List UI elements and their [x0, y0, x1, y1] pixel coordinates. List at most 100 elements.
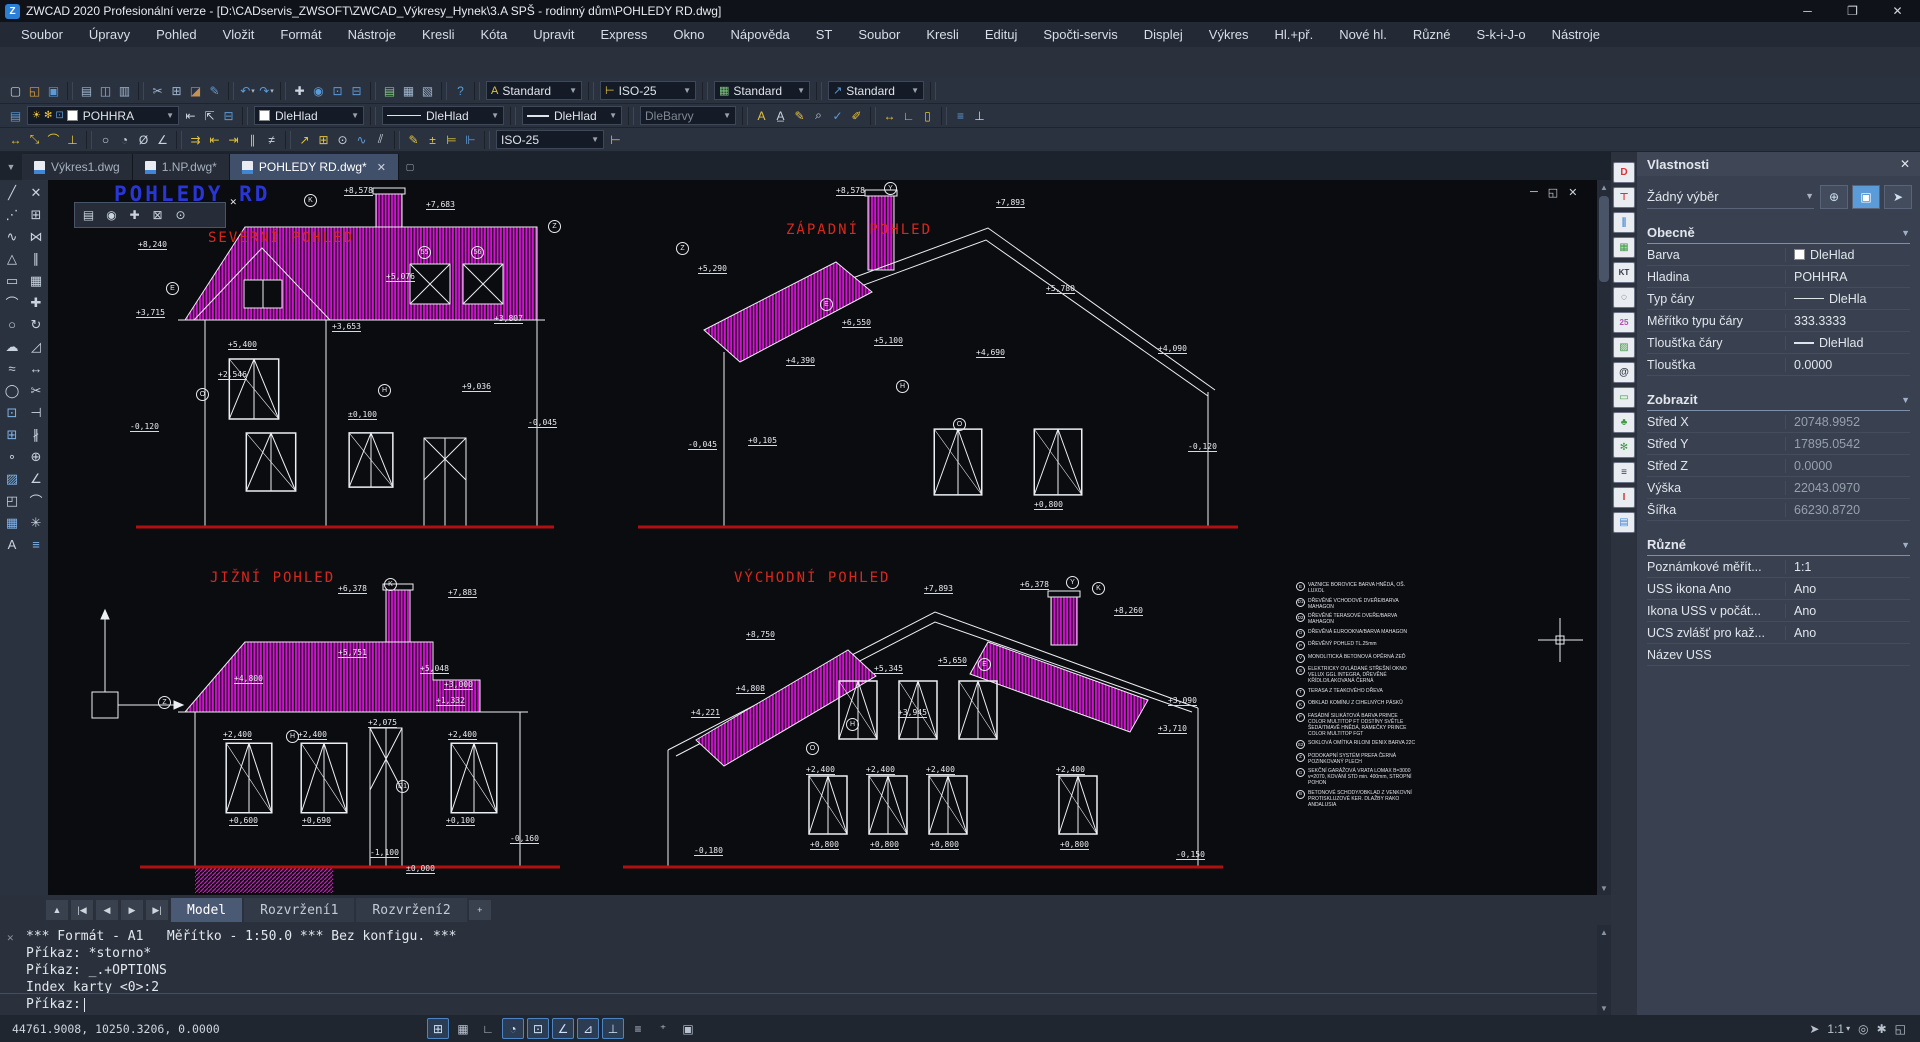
rectangle-icon[interactable]: ▭: [2, 270, 23, 291]
layer-isolate-icon[interactable]: ⇱: [200, 106, 219, 125]
paste-icon[interactable]: ◪: [186, 81, 205, 100]
minimize-icon[interactable]: ─: [1785, 0, 1830, 22]
snap-icon[interactable]: ▦: [452, 1018, 474, 1039]
plant-icon[interactable]: ✻: [1613, 437, 1635, 458]
close-icon[interactable]: ✕: [1875, 0, 1920, 22]
properties-icon[interactable]: ≡: [26, 534, 47, 555]
mleader-style-combo[interactable]: ↗Standard▼: [828, 81, 924, 100]
tree-icon[interactable]: ♣: [1613, 412, 1635, 433]
bulb-icon[interactable]: ☀: [32, 110, 41, 121]
property-value[interactable]: Ano: [1785, 626, 1910, 640]
scroll-down-icon[interactable]: ▼: [1597, 881, 1611, 895]
section-header[interactable]: Obecně▼: [1647, 225, 1910, 244]
trim-icon[interactable]: ✂: [26, 380, 47, 401]
menu-hl-p-[interactable]: Hl.+př.: [1262, 22, 1327, 47]
kt-tool-icon[interactable]: KT: [1613, 262, 1635, 283]
property-value[interactable]: DleHla: [1785, 292, 1910, 306]
dim-style-combo[interactable]: ⊢ISO-25▼: [600, 81, 696, 100]
scroll-down-icon[interactable]: ▼: [1597, 1001, 1611, 1015]
close-icon[interactable]: ✕: [229, 197, 237, 208]
zoom-realtime-icon[interactable]: ◉: [309, 81, 328, 100]
menu-spo-ti-servis[interactable]: Spočti-servis: [1030, 22, 1130, 47]
menu-k-ta[interactable]: Kóta: [468, 22, 521, 47]
close-icon[interactable]: ✕: [377, 161, 386, 174]
point-icon[interactable]: ∘: [2, 446, 23, 467]
layer-previous-icon[interactable]: ⇤: [181, 106, 200, 125]
menu-edituj[interactable]: Edituj: [972, 22, 1031, 47]
match-properties-icon[interactable]: ✎: [205, 81, 224, 100]
eye-icon[interactable]: ◉: [102, 206, 121, 225]
menu-st[interactable]: ST: [803, 22, 846, 47]
dim-angular-icon[interactable]: ∠: [153, 130, 172, 149]
osnap-icon[interactable]: ⊡: [527, 1018, 549, 1039]
dim-quick-icon[interactable]: ⇉: [186, 130, 205, 149]
dim-text-angle-icon[interactable]: ±: [423, 130, 442, 149]
zoom-window-icon[interactable]: ⊡: [328, 81, 347, 100]
menu-nov-hl-[interactable]: Nové hl.: [1326, 22, 1400, 47]
plot-icon[interactable]: ▤: [79, 206, 98, 225]
dim-radius-icon[interactable]: ○: [96, 130, 115, 149]
toggle-pickadd-icon[interactable]: ➤: [1884, 185, 1912, 209]
annotation-plane-icon[interactable]: ➤: [1809, 1022, 1819, 1036]
property-value[interactable]: Ano: [1785, 604, 1910, 618]
plot-preview-icon[interactable]: ◫: [96, 81, 115, 100]
table-style-icon[interactable]: ▦: [1613, 237, 1635, 258]
mirror-icon[interactable]: ⋈: [26, 226, 47, 247]
dim-jog-line-icon[interactable]: ∿: [352, 130, 371, 149]
isolate-objects-icon[interactable]: ◎: [1858, 1022, 1868, 1036]
publish-icon[interactable]: ▥: [115, 81, 134, 100]
brick-icon[interactable]: ▤: [1613, 512, 1635, 533]
canvas-vertical-scrollbar[interactable]: ▲ ▼: [1597, 180, 1611, 895]
grid-icon[interactable]: ⊞: [427, 1018, 449, 1039]
menu-n-stroje[interactable]: Nástroje: [1539, 22, 1613, 47]
mtext-icon[interactable]: A: [752, 106, 771, 125]
menu-s-k-i-j-o[interactable]: S-k-i-J-o: [1463, 22, 1538, 47]
menu-express[interactable]: Express: [587, 22, 660, 47]
command-window[interactable]: ✕ *** Formát - A1 Měřítko - 1:50.0 *** B…: [0, 925, 1597, 1015]
hatch-tool-icon[interactable]: ▨: [1613, 337, 1635, 358]
text-style-icon[interactable]: ✓: [828, 106, 847, 125]
text-style-combo[interactable]: AStandard▼: [486, 81, 582, 100]
color-combo[interactable]: DleHlad▼: [254, 106, 364, 125]
dim-update-icon[interactable]: ▯: [918, 106, 937, 125]
layers-list-icon[interactable]: ≡: [1613, 462, 1635, 483]
plotstyle-combo[interactable]: DleBarvy▼: [640, 106, 736, 125]
scrollbar-thumb[interactable]: [1599, 196, 1609, 282]
zoom-previous-icon[interactable]: ⊟: [347, 81, 366, 100]
menu-pohled[interactable]: Pohled: [143, 22, 209, 47]
dim-aligned-icon[interactable]: ⤡: [25, 130, 44, 149]
annotation-scale-combo[interactable]: 1:1▾: [1827, 1022, 1850, 1036]
first-tab-icon[interactable]: |◀: [71, 900, 93, 920]
menu-soubor[interactable]: Soubor: [845, 22, 913, 47]
spell-check-icon[interactable]: ⌕: [809, 106, 828, 125]
make-layer-current-icon[interactable]: ⊟: [219, 106, 238, 125]
menu-r-zn-[interactable]: Různé: [1400, 22, 1464, 47]
help-icon[interactable]: ?: [451, 81, 470, 100]
stretch-icon[interactable]: ↔: [26, 358, 47, 379]
menu-v-kres[interactable]: Výkres: [1196, 22, 1262, 47]
property-value[interactable]: 1:1: [1785, 560, 1910, 574]
maximize-icon[interactable]: ❐: [1830, 0, 1875, 22]
lock-icon[interactable]: ⊡: [55, 110, 63, 121]
settings-gear-icon[interactable]: ✱: [1877, 1022, 1887, 1036]
doc-tab-pohledy-rd-dwg-[interactable]: POHLEDY RD.dwg*✕: [230, 154, 399, 180]
column-icon[interactable]: ∥: [1613, 212, 1635, 233]
scale-25-icon[interactable]: 25: [1613, 312, 1635, 333]
mleader-icon[interactable]: ↗: [295, 130, 314, 149]
doc-tab-1-np-dwg-[interactable]: 1.NP.dwg*: [133, 154, 230, 180]
polar-icon[interactable]: ◔: [502, 1018, 524, 1039]
hatch-icon[interactable]: ▨: [2, 468, 23, 489]
region-icon[interactable]: ◰: [2, 490, 23, 511]
make-block-icon[interactable]: ⊞: [2, 424, 23, 445]
redo-icon[interactable]: ↷▾: [257, 81, 276, 100]
expand-icon[interactable]: ▲: [46, 900, 68, 920]
single-text-icon[interactable]: A̲: [771, 106, 790, 125]
new-layout-icon[interactable]: +: [469, 900, 491, 920]
select-objects-icon[interactable]: ▣: [1852, 185, 1880, 209]
close-icon[interactable]: ✕: [7, 931, 14, 944]
menu-displej[interactable]: Displej: [1131, 22, 1196, 47]
save-icon[interactable]: ▣: [44, 81, 63, 100]
chamfer-icon[interactable]: ∠: [26, 468, 47, 489]
annotation-icon[interactable]: ▣: [677, 1018, 699, 1039]
section-header[interactable]: Různé▼: [1647, 537, 1910, 556]
